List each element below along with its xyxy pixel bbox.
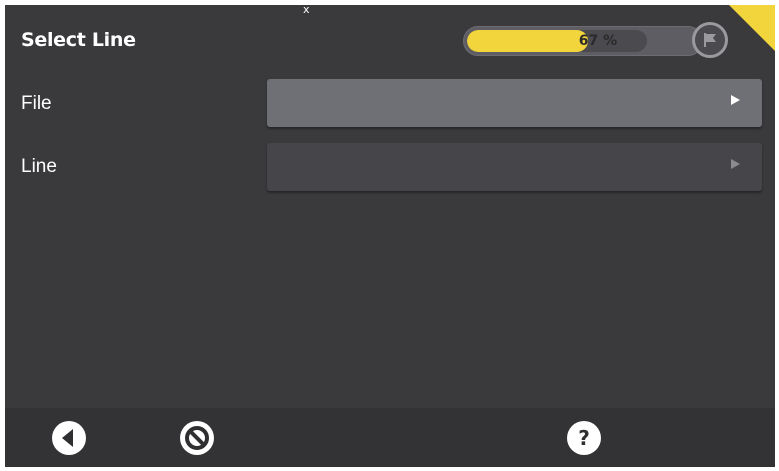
corner-indicator xyxy=(729,5,775,51)
back-icon xyxy=(52,421,86,455)
page-title: Select Line xyxy=(21,29,136,51)
chevron-right-icon xyxy=(731,95,740,105)
line-label: Line xyxy=(21,156,57,177)
file-label: File xyxy=(21,93,52,114)
file-selector[interactable] xyxy=(267,79,762,127)
chevron-right-icon xyxy=(731,159,740,169)
cancel-button[interactable] xyxy=(179,420,215,456)
flag-icon xyxy=(704,33,716,47)
cancel-icon xyxy=(180,421,214,455)
flag-button[interactable] xyxy=(692,22,728,58)
mouse-cursor: x xyxy=(303,5,310,16)
progress-bar: 67 % xyxy=(463,26,703,56)
progress-label: 67 % xyxy=(578,33,618,49)
back-button[interactable] xyxy=(51,420,87,456)
svg-text:?: ? xyxy=(578,426,590,450)
help-icon: ? xyxy=(567,421,601,455)
bottom-toolbar: ? xyxy=(5,408,775,467)
help-button[interactable]: ? xyxy=(566,420,602,456)
screen: x Select Line 67 % File Line ? xyxy=(5,5,775,467)
line-selector[interactable] xyxy=(267,143,762,191)
